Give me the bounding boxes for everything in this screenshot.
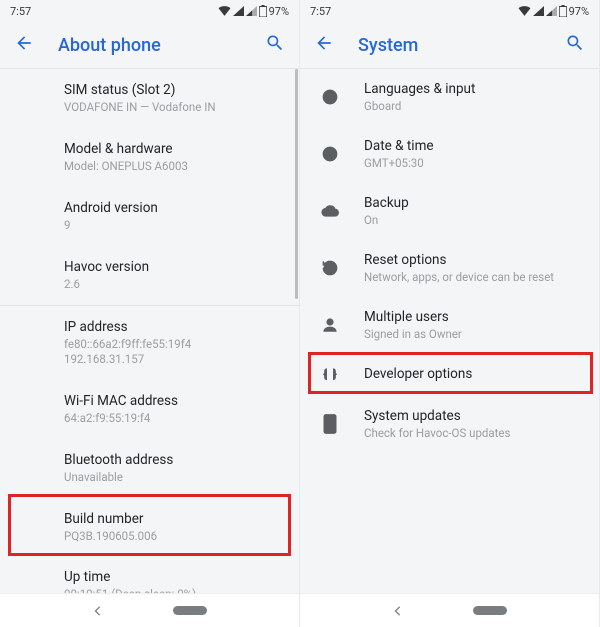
row-subtitle: Unavailable: [64, 470, 283, 485]
wifi-icon: [218, 6, 231, 16]
screenshot-system: 7:57 97% System Languages & input Gboard D…: [300, 0, 600, 627]
row-title: Multiple users: [364, 309, 583, 325]
row-subtitle: 2.6: [64, 277, 283, 292]
settings-row[interactable]: Up time 00:10:51 (Deep sleep: 0%): [64, 556, 283, 593]
signal-icon: [533, 6, 544, 16]
nav-back-button[interactable]: [93, 606, 103, 616]
settings-row[interactable]: System updates Check for Havoc-OS updates: [316, 396, 583, 453]
settings-row[interactable]: Android version 9: [64, 187, 283, 246]
row-title: IP address: [64, 319, 283, 335]
page-title: System: [358, 35, 541, 56]
app-bar: About phone: [0, 22, 299, 68]
settings-row[interactable]: Wi-Fi MAC address 64:a2:f9:55:19:f4: [64, 380, 283, 439]
row-subtitle: 64:a2:f9:55:19:f4: [64, 411, 283, 426]
row-subtitle: 00:10:51 (Deep sleep: 0%): [64, 587, 283, 593]
signal-icon-2: [546, 6, 557, 16]
settings-row[interactable]: Havoc version 2.6: [64, 246, 283, 305]
battery-percent: 97%: [569, 5, 589, 18]
settings-row[interactable]: SIM status (Slot 2) VODAFONE IN — Vodafon…: [64, 69, 283, 128]
row-subtitle: Model: ONEPLUS A6003: [64, 159, 283, 174]
search-button[interactable]: [565, 33, 585, 57]
status-time: 7:57: [310, 5, 331, 18]
row-title: SIM status (Slot 2): [64, 82, 283, 98]
restore-icon: [316, 259, 344, 277]
row-title: Android version: [64, 200, 283, 216]
search-button[interactable]: [265, 33, 285, 57]
settings-row[interactable]: IP addressfe80::66a2:f9ff:fe55:19f4 192.…: [64, 306, 283, 380]
row-title: Reset options: [364, 252, 583, 268]
row-title: Backup: [364, 195, 583, 211]
braces-icon: [316, 368, 344, 382]
nav-home-pill[interactable]: [473, 606, 507, 615]
nav-bar: [300, 593, 599, 627]
row-subtitle: PQ3B.190605.006: [64, 529, 283, 544]
row-title: Build number: [64, 511, 283, 527]
settings-row[interactable]: Multiple users Signed in as Owner: [316, 297, 583, 354]
settings-row[interactable]: Languages & input Gboard: [316, 69, 583, 126]
row-title: Wi-Fi MAC address: [64, 393, 283, 409]
row-subtitle: Network, apps, or device can be reset: [364, 270, 583, 285]
back-button[interactable]: [314, 33, 334, 57]
row-title: Bluetooth address: [64, 452, 283, 468]
row-title: Model & hardware: [64, 141, 283, 157]
status-bar: 7:57 97%: [0, 0, 299, 22]
settings-row[interactable]: Build number PQ3B.190605.006: [64, 498, 283, 557]
row-title: Developer options: [364, 366, 583, 382]
settings-list: SIM status (Slot 2) VODAFONE IN — Vodafon…: [0, 69, 299, 593]
screenshot-about-phone: 7:57 97% About phone SIM status (Slot 2)…: [0, 0, 300, 627]
row-title: Date & time: [364, 138, 583, 154]
clock-icon: [316, 145, 344, 163]
wifi-icon: [518, 6, 531, 16]
phone-update-icon: [316, 414, 344, 434]
settings-row[interactable]: Backup On: [316, 183, 583, 240]
settings-row[interactable]: Developer options: [316, 354, 583, 396]
status-icons: 97%: [518, 5, 589, 18]
battery-icon: [559, 5, 567, 17]
cloud-icon: [316, 203, 344, 219]
row-subtitle: Check for Havoc-OS updates: [364, 426, 583, 441]
nav-home-pill[interactable]: [173, 606, 207, 615]
row-title: Languages & input: [364, 81, 583, 97]
row-subtitle: Gboard: [364, 99, 583, 114]
row-title: System updates: [364, 408, 583, 424]
settings-list: Languages & input Gboard Date & time GMT+05…: [300, 69, 599, 593]
person-icon: [316, 316, 344, 334]
settings-row[interactable]: Bluetooth address Unavailable: [64, 439, 283, 498]
status-icons: 97%: [218, 5, 289, 18]
nav-back-button[interactable]: [393, 606, 403, 616]
row-subtitle: GMT+05:30: [364, 156, 583, 171]
signal-icon-2: [246, 6, 257, 16]
app-bar: System: [300, 22, 599, 68]
settings-row[interactable]: Date & time GMT+05:30: [316, 126, 583, 183]
page-title: About phone: [58, 35, 241, 56]
row-subtitle: On: [364, 213, 583, 228]
back-button[interactable]: [14, 33, 34, 57]
battery-icon: [259, 5, 267, 17]
row-subtitle: fe80::66a2:f9ff:fe55:19f4 192.168.31.157: [64, 337, 283, 367]
row-title: Up time: [64, 569, 283, 585]
settings-row[interactable]: Model & hardware Model: ONEPLUS A6003: [64, 128, 283, 187]
scrollbar[interactable]: [295, 69, 298, 299]
globe-icon: [316, 88, 344, 106]
row-subtitle: Signed in as Owner: [364, 327, 583, 342]
status-bar: 7:57 97%: [300, 0, 599, 22]
settings-row[interactable]: Reset options Network, apps, or device ca…: [316, 240, 583, 297]
battery-percent: 97%: [269, 5, 289, 18]
status-time: 7:57: [10, 5, 31, 18]
signal-icon: [233, 6, 244, 16]
nav-bar: [0, 593, 299, 627]
row-title: Havoc version: [64, 259, 283, 275]
row-subtitle: 9: [64, 218, 283, 233]
row-subtitle: VODAFONE IN — Vodafone IN: [64, 100, 283, 115]
